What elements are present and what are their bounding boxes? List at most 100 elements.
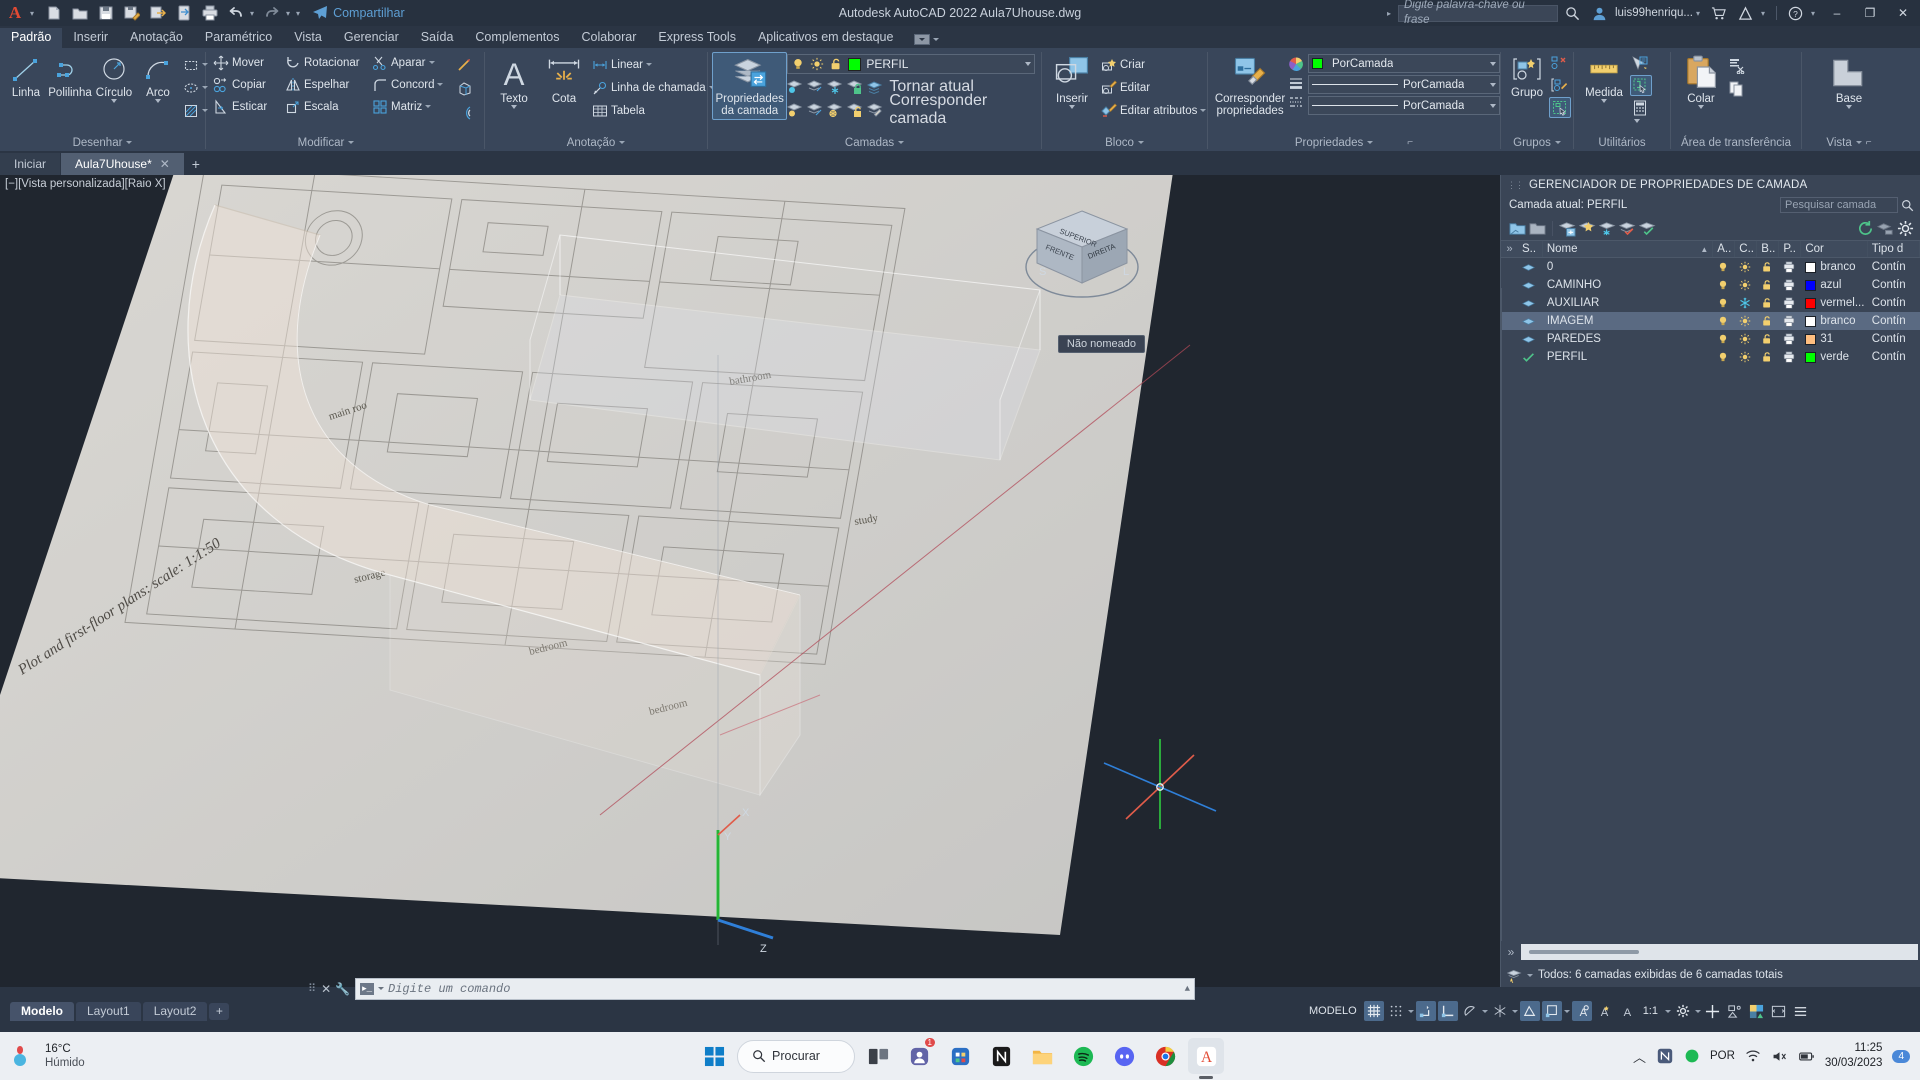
new-layout-button[interactable]: + [209, 1002, 230, 1020]
layer-plot-cell[interactable] [1779, 312, 1801, 330]
viewport-label[interactable]: [−][Vista personalizada][Raio X] [5, 178, 166, 190]
layer-status-cell[interactable] [1518, 258, 1543, 276]
tray-expand-icon[interactable]: ︿ [1633, 1047, 1646, 1066]
ribbon-tab-saída[interactable]: Saída [410, 28, 465, 48]
panel-anotacao-title[interactable]: Anotação [485, 134, 707, 151]
save-disk-icon[interactable] [94, 2, 118, 24]
linetype-combo-dropdown-icon[interactable] [1490, 103, 1496, 108]
file-explorer-button[interactable] [1024, 1038, 1060, 1074]
layer-menu-icon[interactable] [1877, 220, 1894, 237]
printer-icon[interactable] [1783, 351, 1795, 363]
lightbulb-icon[interactable] [1717, 279, 1729, 291]
color-combo[interactable]: PorCamada [1308, 54, 1500, 73]
copiar-button[interactable]: Copiar [210, 74, 280, 95]
circulo-dropdown-icon[interactable] [111, 99, 117, 103]
base-dropdown-icon[interactable] [1846, 105, 1852, 109]
view-cube[interactable]: S L SUPERIOR FRENTE DIREITA [1019, 203, 1145, 315]
layer-check-icon[interactable] [1639, 220, 1656, 237]
status-mode-label[interactable]: MODELO [1304, 1005, 1362, 1017]
explode-button[interactable] [455, 54, 475, 75]
ribbon-minimize-caret-icon[interactable] [933, 38, 940, 41]
sun-icon[interactable] [1739, 261, 1751, 273]
command-line[interactable]: ⠿ ✕ 🔧 ▸_ Digite um comando ▲ [308, 977, 1195, 1000]
cart-icon[interactable] [1707, 2, 1731, 24]
polar-dropdown-icon[interactable] [1481, 1009, 1488, 1013]
arco-button[interactable]: Arco [136, 52, 180, 106]
column-header-name[interactable]: Nome ▲ [1543, 240, 1714, 258]
volume-icon[interactable] [1771, 1048, 1788, 1065]
lightbulb-icon[interactable] [1717, 351, 1729, 363]
taskbar-search-button[interactable]: Procurar [737, 1039, 855, 1073]
polilinha-button[interactable]: Polilinha [48, 52, 92, 102]
texto-button[interactable]: A Texto [489, 52, 539, 112]
layer-search-input[interactable]: Pesquisar camada [1780, 197, 1898, 213]
unlock-icon[interactable] [1761, 297, 1773, 309]
ribbon-tab-padrão[interactable]: Padrão [0, 28, 63, 48]
redo-dropdown-icon[interactable]: ▾ [286, 9, 290, 18]
printer-icon[interactable] [1783, 333, 1795, 345]
linha-de-chamada-button[interactable]: Linha de chamada [589, 77, 718, 98]
palette-title-bar[interactable]: ⋮⋮ GERENCIADOR DE PROPRIEDADES DE CAMADA [1501, 175, 1920, 194]
matriz-dropdown-icon[interactable] [425, 105, 432, 108]
new-group-filter-icon[interactable] [1529, 220, 1546, 237]
layer-lock-cell[interactable] [1757, 330, 1779, 348]
object-snap-button[interactable] [1519, 1001, 1540, 1021]
panel-desenhar-title[interactable]: Desenhar [0, 134, 205, 151]
linha-button[interactable]: Linha [4, 52, 48, 102]
notion-button[interactable] [983, 1038, 1019, 1074]
propriedades-da-camada-button[interactable]: Propriedades da camada [712, 52, 788, 120]
ribbon-tab-paramétrico[interactable]: Paramétrico [194, 28, 283, 48]
solid-box-button[interactable] [455, 78, 475, 99]
annotation-monitor-button[interactable]: A [1616, 1001, 1636, 1021]
criar-bloco-button[interactable]: Criar [1098, 54, 1209, 75]
close-button[interactable]: ✕ [1888, 0, 1918, 26]
layer-status-cell[interactable] [1518, 312, 1543, 330]
hardware-acceleration-button[interactable] [1703, 1001, 1723, 1021]
color-combo-dropdown-icon[interactable] [1490, 61, 1496, 66]
colar-dropdown-icon[interactable] [1698, 105, 1704, 109]
layer-color-cell[interactable]: vermel... [1801, 294, 1867, 312]
help-caret-icon[interactable]: ▾ [1811, 9, 1815, 18]
minimize-button[interactable]: – [1822, 0, 1852, 26]
unlock-icon[interactable] [1761, 261, 1773, 273]
panel-modificar-title[interactable]: Modificar [206, 134, 446, 151]
hscroll-thumb[interactable] [1529, 950, 1639, 954]
user-menu-caret-icon[interactable]: ▾ [1696, 9, 1700, 18]
panel-utilitarios-title[interactable]: Utilitários [1574, 134, 1670, 151]
sun-icon[interactable] [1739, 351, 1751, 363]
layer-status-cell[interactable] [1518, 276, 1543, 294]
autocad-a-logo[interactable]: A [0, 0, 30, 26]
autocad-taskbar-button[interactable]: A [1188, 1038, 1224, 1074]
layer-row[interactable]: PERFIL verde Contín [1501, 348, 1920, 366]
select-similar-button[interactable] [1630, 75, 1652, 96]
panel-grupos-title[interactable]: Grupos [1501, 134, 1573, 151]
espelhar-button[interactable]: Espelhar [282, 74, 367, 95]
infer-constraints-button[interactable] [1415, 1001, 1436, 1021]
concord-dropdown-icon[interactable] [437, 83, 444, 86]
snap-mode-button[interactable] [1386, 1001, 1406, 1021]
quick-select-button[interactable] [1630, 53, 1652, 74]
spotify-button[interactable] [1065, 1038, 1101, 1074]
new-document-icon[interactable] [42, 2, 66, 24]
new-layer-icon[interactable] [1559, 220, 1576, 237]
unlock-icon[interactable] [1761, 279, 1773, 291]
file-tab-iniciar[interactable]: Iniciar [0, 153, 61, 175]
layer-on-cell[interactable] [1713, 294, 1735, 312]
aparar-button[interactable]: Aparar [369, 52, 438, 73]
grid-display-button[interactable] [1363, 1001, 1384, 1021]
model-space-3d-view[interactable]: Plot and first-floor plans: scale: 1:1:5… [0, 175, 1500, 987]
editar-atributos-dropdown-icon[interactable] [1200, 109, 1207, 112]
ribbon-tab-inserir[interactable]: Inserir [62, 28, 119, 48]
share-button[interactable]: Compartilhar [312, 5, 405, 21]
lightbulb-icon[interactable] [1717, 315, 1729, 327]
object-snap-tracking-button[interactable] [1541, 1001, 1562, 1021]
base-button[interactable]: Base [1823, 52, 1875, 112]
layer-status-cell[interactable] [1518, 348, 1543, 366]
texto-dropdown-icon[interactable] [511, 105, 517, 109]
qat-customize-icon[interactable]: ▾ [296, 9, 300, 18]
layer-plot-cell[interactable] [1779, 330, 1801, 348]
command-close-icon[interactable]: ✕ [321, 982, 331, 996]
search-icon[interactable] [1901, 199, 1914, 212]
command-history-caret-icon[interactable] [378, 987, 384, 990]
colar-button[interactable]: Colar [1675, 52, 1727, 112]
